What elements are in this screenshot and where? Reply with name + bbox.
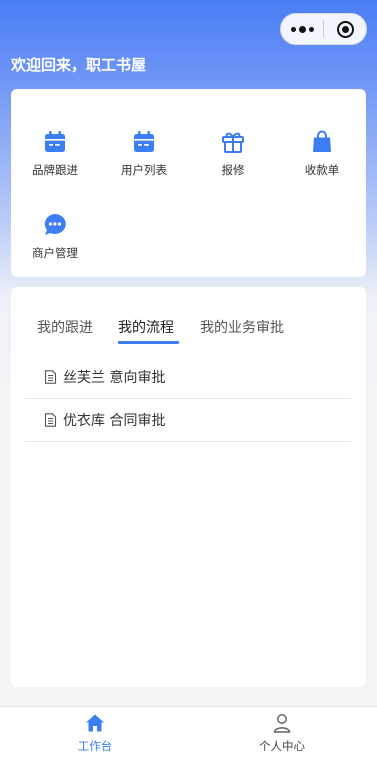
document-icon bbox=[44, 413, 57, 427]
home-icon bbox=[86, 714, 104, 732]
menu-item-receipt[interactable]: 收款单 bbox=[278, 129, 366, 178]
tabbar-label: 个人中心 bbox=[259, 739, 305, 753]
tabbar-item-profile[interactable]: 个人中心 bbox=[222, 713, 342, 754]
tab-my-flow[interactable]: 我的流程 bbox=[118, 317, 174, 337]
close-miniprogram-icon[interactable] bbox=[324, 20, 366, 38]
tab-my-follow[interactable]: 我的跟进 bbox=[37, 317, 93, 337]
gift-icon bbox=[222, 132, 244, 153]
welcome-title: 欢迎回来，职工书屋 bbox=[11, 56, 147, 74]
user-icon bbox=[273, 714, 291, 733]
document-icon bbox=[44, 370, 57, 384]
tabbar-item-workbench[interactable]: 工作台 bbox=[35, 713, 155, 754]
flow-row[interactable]: 优衣库 合同审批 bbox=[25, 399, 351, 442]
flow-label: 优衣库 合同审批 bbox=[63, 413, 166, 429]
tab-my-business-approval[interactable]: 我的业务审批 bbox=[200, 317, 284, 337]
menu-item-repair[interactable]: 报修 bbox=[189, 129, 277, 178]
calendar-icon bbox=[134, 131, 154, 152]
menu-item-label: 用户列表 bbox=[121, 163, 167, 177]
flow-row[interactable]: 丝芙兰 意向审批 bbox=[25, 356, 351, 399]
tabs-card: 我的跟进 我的流程 我的业务审批 丝芙兰 意向审批 优衣库 合同审批 bbox=[11, 287, 366, 687]
quick-menu-card: 品牌跟进 用户列表 报修 收款单 商户管理 bbox=[11, 89, 366, 277]
shopping-bag-icon bbox=[313, 130, 331, 152]
flow-label: 丝芙兰 意向审批 bbox=[63, 370, 166, 386]
menu-item-label: 收款单 bbox=[304, 163, 340, 177]
bottom-tabbar: 工作台 个人中心 bbox=[0, 706, 377, 759]
menu-item-merchant[interactable]: 商户管理 bbox=[11, 212, 99, 261]
menu-item-label: 商户管理 bbox=[32, 246, 78, 260]
more-menu-icon[interactable] bbox=[281, 25, 323, 33]
tabbar-label: 工作台 bbox=[77, 739, 113, 753]
menu-item-user-list[interactable]: 用户列表 bbox=[100, 129, 188, 178]
active-tab-indicator bbox=[118, 341, 179, 344]
menu-item-brand-follow[interactable]: 品牌跟进 bbox=[11, 129, 99, 178]
menu-item-label: 报修 bbox=[221, 163, 245, 177]
miniprogram-capsule bbox=[280, 13, 367, 45]
chat-bubble-icon bbox=[44, 214, 66, 235]
calendar-icon bbox=[45, 131, 65, 152]
menu-item-label: 品牌跟进 bbox=[32, 163, 78, 177]
